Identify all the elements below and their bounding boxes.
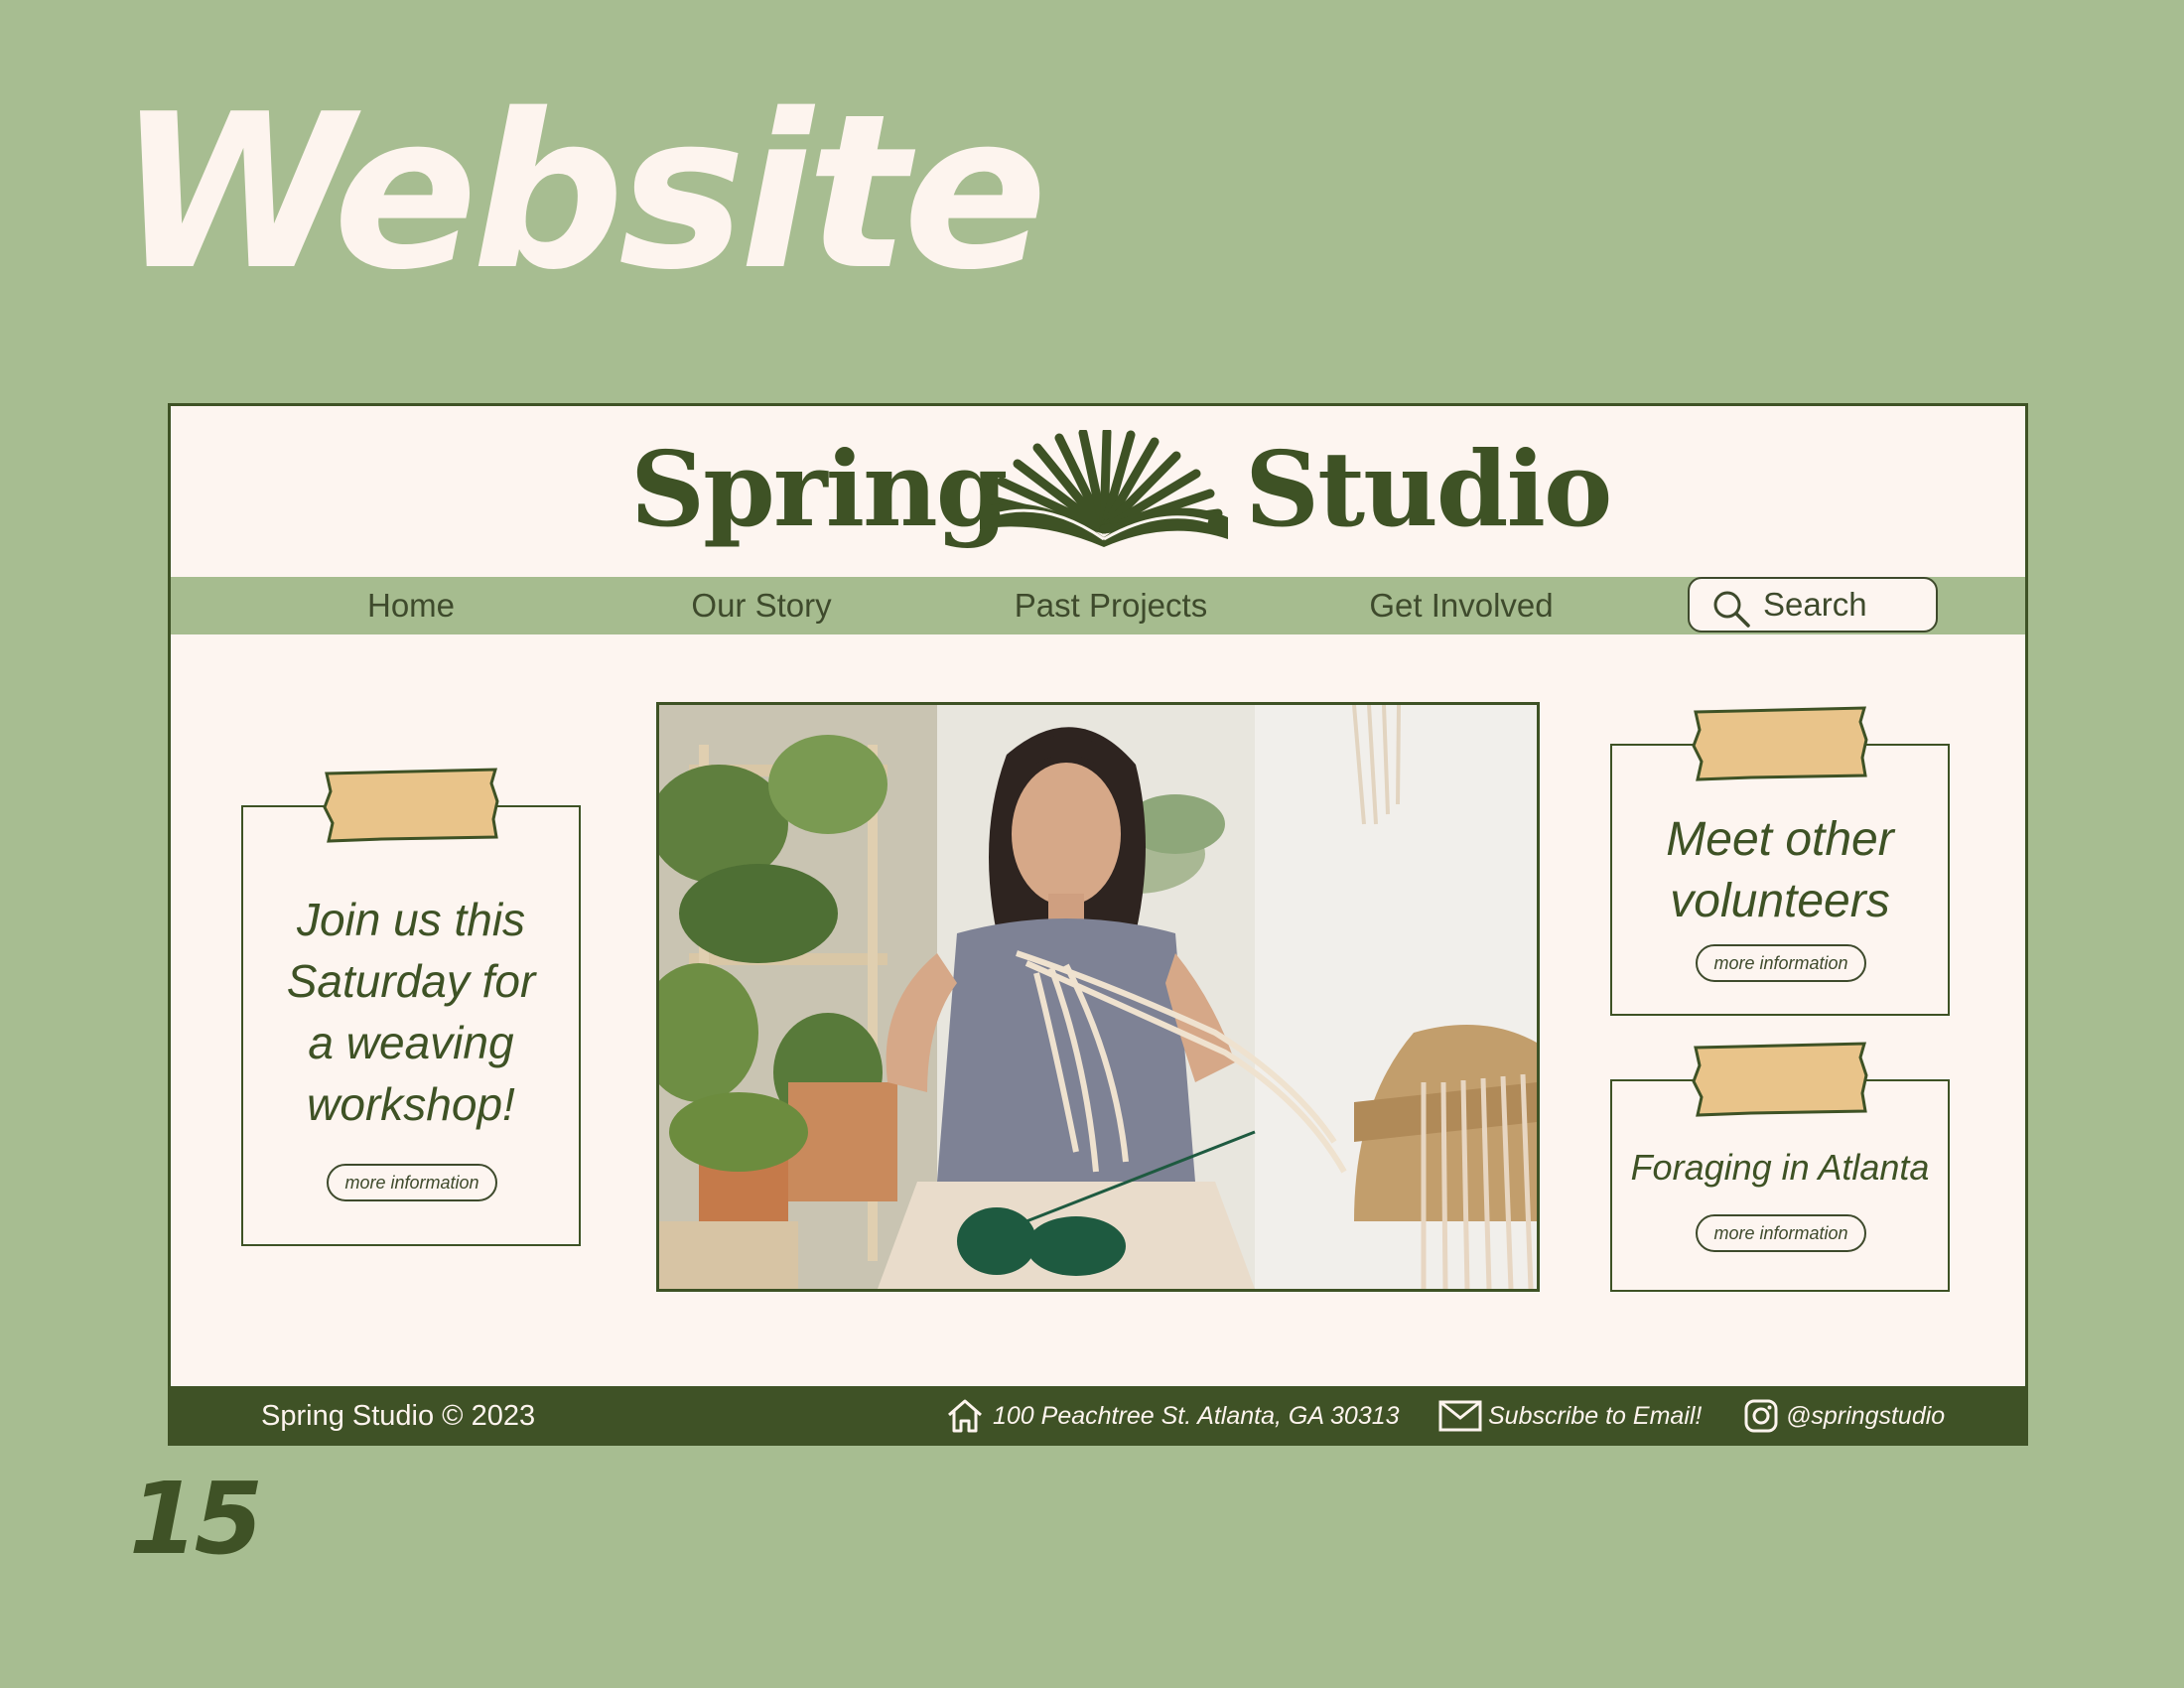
workshop-card: Join us this Saturday for a weaving work… bbox=[241, 768, 581, 1246]
workshop-card-title: Join us this Saturday for a weaving work… bbox=[286, 894, 536, 1130]
instagram-icon[interactable] bbox=[1744, 1399, 1778, 1433]
workshop-more-info-button[interactable]: more information bbox=[327, 1164, 497, 1201]
tape-decoration bbox=[1692, 706, 1868, 781]
search-icon bbox=[1713, 591, 1750, 628]
search-box[interactable] bbox=[1688, 577, 1938, 633]
weaving-photo bbox=[659, 705, 1537, 1289]
foraging-more-info-button[interactable]: more information bbox=[1696, 1214, 1866, 1252]
tape-decoration bbox=[323, 768, 499, 843]
footer-subscribe-link[interactable]: Subscribe to Email! bbox=[1488, 1386, 1702, 1446]
nav-past-projects[interactable]: Past Projects bbox=[1015, 577, 1207, 634]
website-mockup: Spring Studio Home Our Story Past Projec… bbox=[168, 403, 2028, 1446]
nav-get-involved[interactable]: Get Involved bbox=[1369, 577, 1553, 634]
nav-bar: Home Our Story Past Projects Get Involve… bbox=[171, 577, 2025, 634]
volunteers-more-info-button[interactable]: more information bbox=[1696, 944, 1866, 982]
footer-copyright: Spring Studio © 2023 bbox=[261, 1400, 536, 1432]
brand-name-left: Spring bbox=[630, 428, 1008, 550]
brand-name-right: Studio bbox=[1245, 428, 1612, 550]
hero-photo bbox=[656, 702, 1540, 1292]
search-input[interactable] bbox=[1763, 585, 1930, 625]
foraging-card: Foraging in Atlanta more information bbox=[1610, 1042, 1950, 1292]
mail-icon bbox=[1438, 1400, 1482, 1432]
brand-header: Spring Studio bbox=[171, 406, 2025, 577]
footer-address: 100 Peachtree St. Atlanta, GA 30313 bbox=[993, 1402, 1400, 1430]
page-number: 15 bbox=[129, 1461, 263, 1577]
nav-home[interactable]: Home bbox=[367, 577, 455, 634]
volunteers-card-title: Meet other volunteers bbox=[1666, 813, 1894, 927]
footer-instagram-handle[interactable]: @springstudio bbox=[1786, 1386, 1945, 1446]
site-footer: Spring Studio © 2023 100 Peachtree St. A… bbox=[168, 1386, 2028, 1446]
fan-leaf-icon bbox=[980, 430, 1228, 547]
tape-decoration bbox=[1692, 1042, 1868, 1117]
volunteers-card: Meet other volunteers more information bbox=[1610, 706, 1950, 1016]
home-icon bbox=[948, 1399, 982, 1433]
nav-our-story[interactable]: Our Story bbox=[691, 577, 831, 634]
foraging-card-title: Foraging in Atlanta bbox=[1630, 1147, 1930, 1188]
page-heading: Website bbox=[117, 68, 1047, 317]
